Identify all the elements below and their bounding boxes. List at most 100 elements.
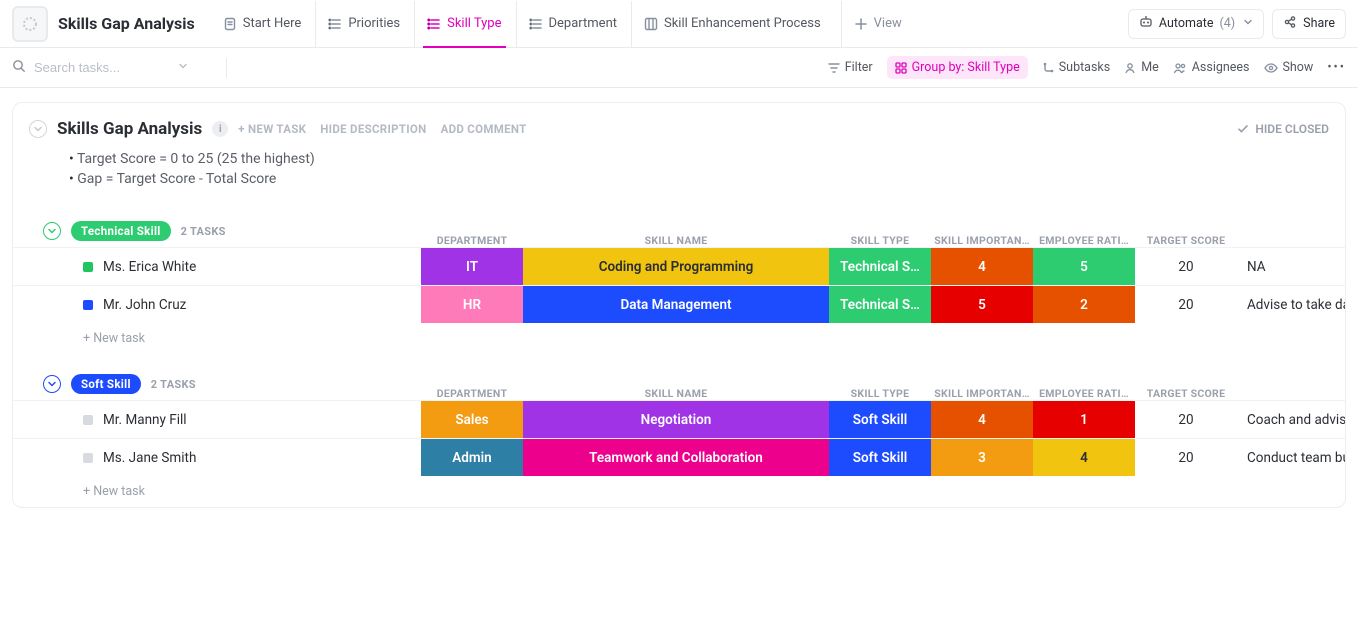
status-square-icon[interactable] [83, 300, 93, 310]
tab-skill-type[interactable]: Skill Type [414, 1, 513, 47]
column-header[interactable]: SKILL NAME [523, 387, 829, 400]
data-cell[interactable]: Coding and Programming [523, 248, 829, 285]
target-score-cell[interactable]: 20 [1135, 248, 1237, 285]
data-cell[interactable]: HR [421, 286, 523, 323]
title-block: Skills Gap Analysis [12, 6, 195, 42]
share-button[interactable]: Share [1272, 9, 1346, 39]
eye-icon [1264, 62, 1278, 74]
data-cell[interactable]: 5 [931, 286, 1033, 323]
note-cell[interactable]: NA [1237, 248, 1346, 285]
column-header[interactable]: DEPARTMENT [421, 387, 523, 400]
hide-description-button[interactable]: HIDE DESCRIPTION [320, 122, 426, 136]
tab-label: Skill Enhancement Process [664, 16, 821, 31]
column-headers: Soft Skill2 TASKSDEPARTMENTSKILL NAMESKI… [13, 368, 1345, 400]
column-header[interactable]: SKILL TYPE [829, 387, 931, 400]
target-score-cell[interactable]: 20 [1135, 439, 1237, 476]
data-cell[interactable]: 5 [1033, 248, 1135, 285]
table-row[interactable]: Ms. Jane SmithAdminTeamwork and Collabor… [13, 438, 1345, 476]
column-header[interactable]: EMPLOYEE RATI… [1033, 234, 1135, 247]
data-cell[interactable]: 3 [931, 439, 1033, 476]
note-cell[interactable]: Coach and advise to take [1237, 401, 1346, 438]
search-input[interactable] [32, 59, 172, 76]
me-chip[interactable]: Me [1124, 60, 1159, 75]
column-header[interactable]: SKILL NAME [523, 234, 829, 247]
group-icon [895, 62, 907, 74]
tab-department[interactable]: Department [516, 1, 630, 47]
data-cell[interactable]: 4 [931, 401, 1033, 438]
data-cell[interactable]: IT [421, 248, 523, 285]
hide-closed-toggle[interactable]: HIDE CLOSED [1237, 122, 1329, 136]
assignees-chip[interactable]: Assignees [1173, 60, 1250, 75]
data-cell[interactable]: Teamwork and Collaboration [523, 439, 829, 476]
tab-priorities[interactable]: Priorities [315, 1, 412, 47]
group-head: Technical Skill2 TASKS [13, 215, 421, 247]
note-cell[interactable]: Conduct team building ac [1237, 439, 1346, 476]
data-cell[interactable]: 4 [1033, 439, 1135, 476]
data-cell[interactable]: Technical S… [829, 286, 931, 323]
column-header[interactable]: EMPLOYEE RATI… [1033, 387, 1135, 400]
column-header[interactable]: TARGET SCORE [1135, 387, 1237, 400]
check-icon [1237, 123, 1249, 135]
note-cell[interactable]: Advise to take data mana [1237, 286, 1346, 323]
group-collapse[interactable] [43, 222, 61, 240]
status-square-icon[interactable] [83, 415, 93, 425]
task-name-cell: Ms. Erica White [13, 259, 421, 275]
status-square-icon[interactable] [83, 262, 93, 272]
target-score-cell[interactable]: 20 [1135, 401, 1237, 438]
info-icon[interactable]: i [212, 121, 228, 137]
group-pill[interactable]: Technical Skill [71, 221, 171, 241]
column-header[interactable]: DEPARTMENT [421, 234, 523, 247]
hide-closed-label: HIDE CLOSED [1255, 122, 1329, 136]
data-cell[interactable]: Soft Skill [829, 439, 931, 476]
column-header[interactable]: SKILL TYPE [829, 234, 931, 247]
task-name-cell: Ms. Jane Smith [13, 450, 421, 466]
data-cell[interactable]: Technical S… [829, 248, 931, 285]
groupby-chip[interactable]: Group by: Skill Type [887, 56, 1028, 79]
list-title: Skills Gap Analysis [57, 119, 202, 139]
table-row[interactable]: Mr. Manny FillSalesNegotiationSoft Skill… [13, 400, 1345, 438]
tab-skill-enhancement-process[interactable]: Skill Enhancement Process [631, 1, 833, 47]
data-cell[interactable]: 4 [931, 248, 1033, 285]
new-task-row[interactable]: + New task [13, 476, 1345, 507]
column-header[interactable]: SKILL IMPORTAN… [931, 387, 1033, 400]
table-row[interactable]: Ms. Erica White ITCoding and ProgrammingT… [13, 247, 1345, 285]
new-task-row[interactable]: + New task [13, 323, 1345, 354]
more-menu[interactable]: ••• [1327, 60, 1346, 75]
target-score-cell[interactable]: 20 [1135, 286, 1237, 323]
topbar: Skills Gap Analysis Start Here Priorities… [0, 0, 1358, 48]
group-head: Soft Skill2 TASKS [13, 368, 421, 400]
automate-button[interactable]: Automate (4) [1128, 9, 1264, 39]
tab-label: Skill Type [447, 16, 501, 31]
tab-start-here[interactable]: Start Here [211, 1, 314, 47]
data-cell[interactable]: Sales [421, 401, 523, 438]
task-name-cell: Mr. John Cruz [13, 297, 421, 313]
data-cell[interactable]: Data Management [523, 286, 829, 323]
subtasks-chip[interactable]: Subtasks [1042, 60, 1110, 75]
data-cell[interactable]: Soft Skill [829, 401, 931, 438]
new-task-button[interactable]: + NEW TASK [238, 122, 306, 136]
group-collapse[interactable] [43, 375, 61, 393]
filter-chip[interactable]: Filter [828, 60, 873, 75]
data-cell[interactable]: Negotiation [523, 401, 829, 438]
search-box[interactable] [12, 59, 212, 77]
add-comment-button[interactable]: ADD COMMENT [441, 122, 527, 136]
data-cell[interactable]: 2 [1033, 286, 1135, 323]
filter-label: Filter [845, 60, 873, 75]
column-headers: Technical Skill2 TASKSDEPARTMENTSKILL NA… [13, 215, 1345, 247]
add-view-label: View [874, 16, 902, 31]
list-header: Skills Gap Analysis i + NEW TASK HIDE DE… [13, 103, 1345, 145]
column-header[interactable]: TARGET SCORE [1135, 234, 1237, 247]
collapse-toggle[interactable] [29, 120, 47, 138]
data-cell[interactable]: 1 [1033, 401, 1135, 438]
status-square-icon[interactable] [83, 453, 93, 463]
show-chip[interactable]: Show [1264, 60, 1314, 75]
tab-label: Priorities [348, 16, 400, 31]
add-view-button[interactable]: View [841, 1, 914, 47]
column-header[interactable]: SKILL IMPORTAN… [931, 234, 1033, 247]
plus-icon [854, 17, 868, 31]
subbar: Filter Group by: Skill Type Subtasks Me … [0, 48, 1358, 88]
group-pill[interactable]: Soft Skill [71, 374, 141, 394]
data-cell[interactable]: Admin [421, 439, 523, 476]
task-name: Ms. Erica White [103, 259, 196, 275]
table-row[interactable]: Mr. John CruzHRData ManagementTechnical … [13, 285, 1345, 323]
